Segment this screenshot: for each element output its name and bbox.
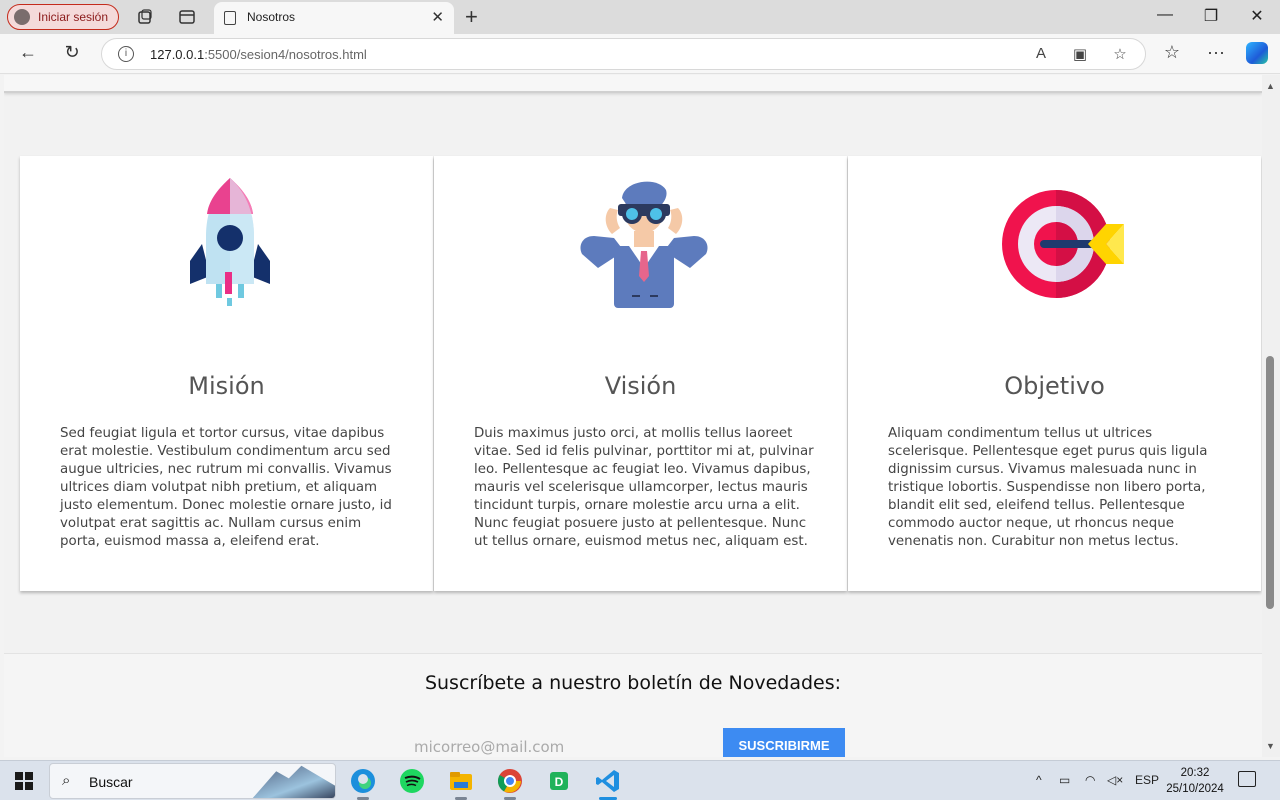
search-label: Buscar	[89, 774, 133, 790]
avatar-icon	[14, 9, 30, 25]
card-vision: Visión Duis maximus justo orci, at molli…	[434, 156, 847, 591]
search-highlight-icon	[251, 765, 335, 798]
windows-start-icon[interactable]	[15, 772, 33, 790]
page-icon	[224, 11, 236, 25]
url-text: 127.0.0.1:5500/sesion4/nosotros.html	[150, 47, 367, 62]
minimize-icon[interactable]: —	[1153, 6, 1177, 24]
chevron-up-icon[interactable]: ^	[1036, 773, 1042, 787]
taskbar-clock[interactable]: 20:32 25/10/2024	[1163, 765, 1227, 797]
refresh-icon[interactable]: ↻	[60, 42, 84, 63]
card-text: Duis maximus justo orci, at mollis tellu…	[474, 426, 814, 549]
close-window-icon[interactable]: ✕	[1245, 6, 1269, 26]
profile-label: Iniciar sesión	[38, 10, 109, 24]
card-title: Visión	[604, 372, 677, 400]
url-host: 127.0.0.1	[150, 47, 205, 62]
immersive-reader-icon[interactable]: ▣	[1069, 45, 1091, 63]
edge-icon[interactable]	[348, 766, 378, 800]
clock-date: 25/10/2024	[1166, 783, 1224, 795]
binoculars-man-icon	[580, 181, 708, 308]
profile-sign-in-button[interactable]: Iniciar sesión	[7, 4, 120, 30]
browser-tab-strip: Iniciar sesión Nosotros ✕ + — ❐ ✕	[0, 0, 1280, 34]
close-tab-icon[interactable]: ✕	[431, 8, 444, 26]
page-scrollbar[interactable]: ▲ ▼	[1262, 75, 1280, 757]
volume-muted-icon[interactable]: ◁×	[1107, 773, 1123, 787]
target-dart-icon	[1002, 190, 1124, 298]
card-objetivo: Objetivo Aliquam condimentum tellus ut u…	[848, 156, 1261, 591]
rocket-icon	[190, 178, 270, 306]
copilot-icon[interactable]	[1246, 42, 1268, 64]
battery-icon[interactable]: ▭	[1059, 773, 1070, 787]
scroll-up-icon[interactable]: ▲	[1266, 81, 1275, 91]
tab-title: Nosotros	[247, 10, 296, 24]
language-indicator[interactable]: ESP	[1135, 773, 1159, 787]
favorites-icon[interactable]: ☆	[1160, 42, 1184, 63]
url-path: :5500/sesion4/nosotros.html	[204, 47, 367, 62]
browser-toolbar: ← ↻ i 127.0.0.1:5500/sesion4/nosotros.ht…	[0, 34, 1280, 74]
spotify-icon[interactable]	[397, 766, 427, 796]
read-aloud-icon[interactable]: A	[1030, 45, 1052, 62]
newsletter-section: Suscríbete a nuestro boletín de Novedade…	[4, 653, 1262, 757]
card-title: Objetivo	[1004, 372, 1105, 400]
chrome-icon[interactable]	[495, 766, 525, 800]
notifications-icon[interactable]	[1238, 771, 1256, 787]
cards-section: Misión Sed feugiat ligula et tortor curs…	[20, 156, 1262, 591]
tab-actions-icon[interactable]	[178, 8, 196, 26]
card-mision: Misión Sed feugiat ligula et tortor curs…	[20, 156, 433, 591]
header-bottom-edge	[4, 75, 1262, 93]
search-icon: ⌕	[62, 772, 71, 789]
new-tab-icon[interactable]: +	[465, 4, 478, 30]
wifi-icon[interactable]: ◠	[1085, 773, 1095, 787]
email-input[interactable]	[414, 734, 714, 757]
page-viewport: Misión Sed feugiat ligula et tortor curs…	[4, 75, 1262, 757]
site-info-icon[interactable]: i	[118, 46, 134, 62]
vscode-icon[interactable]	[593, 766, 623, 800]
back-icon[interactable]: ←	[16, 42, 40, 63]
scroll-down-icon[interactable]: ▼	[1266, 741, 1275, 751]
workspaces-icon[interactable]	[136, 8, 154, 26]
file-explorer-icon[interactable]	[446, 766, 476, 800]
card-text: Aliquam condimentum tellus ut ultrices s…	[888, 426, 1208, 549]
scrollbar-thumb[interactable]	[1266, 356, 1274, 609]
address-bar[interactable]: i 127.0.0.1:5500/sesion4/nosotros.html A…	[101, 38, 1146, 70]
card-text: Sed feugiat ligula et tortor cursus, vit…	[60, 426, 392, 549]
restore-icon[interactable]: ❐	[1199, 6, 1223, 26]
dbeaver-icon[interactable]: D	[544, 766, 574, 796]
card-title: Misión	[188, 372, 265, 400]
taskbar-search[interactable]: ⌕ Buscar	[49, 763, 336, 799]
more-menu-icon[interactable]: ···	[1204, 42, 1228, 63]
favorite-star-icon[interactable]: ☆	[1109, 45, 1131, 63]
tab-nosotros[interactable]: Nosotros ✕	[214, 2, 454, 34]
subscribe-button[interactable]: SUSCRIBIRME	[723, 728, 845, 757]
taskbar: ⌕ Buscar D ^ ▭ ◠ ◁× ESP 20:32 25/10/2024	[0, 760, 1280, 800]
svg-text:D: D	[555, 775, 564, 789]
newsletter-heading: Suscríbete a nuestro boletín de Novedade…	[424, 672, 842, 694]
clock-time: 20:32	[1180, 767, 1210, 779]
